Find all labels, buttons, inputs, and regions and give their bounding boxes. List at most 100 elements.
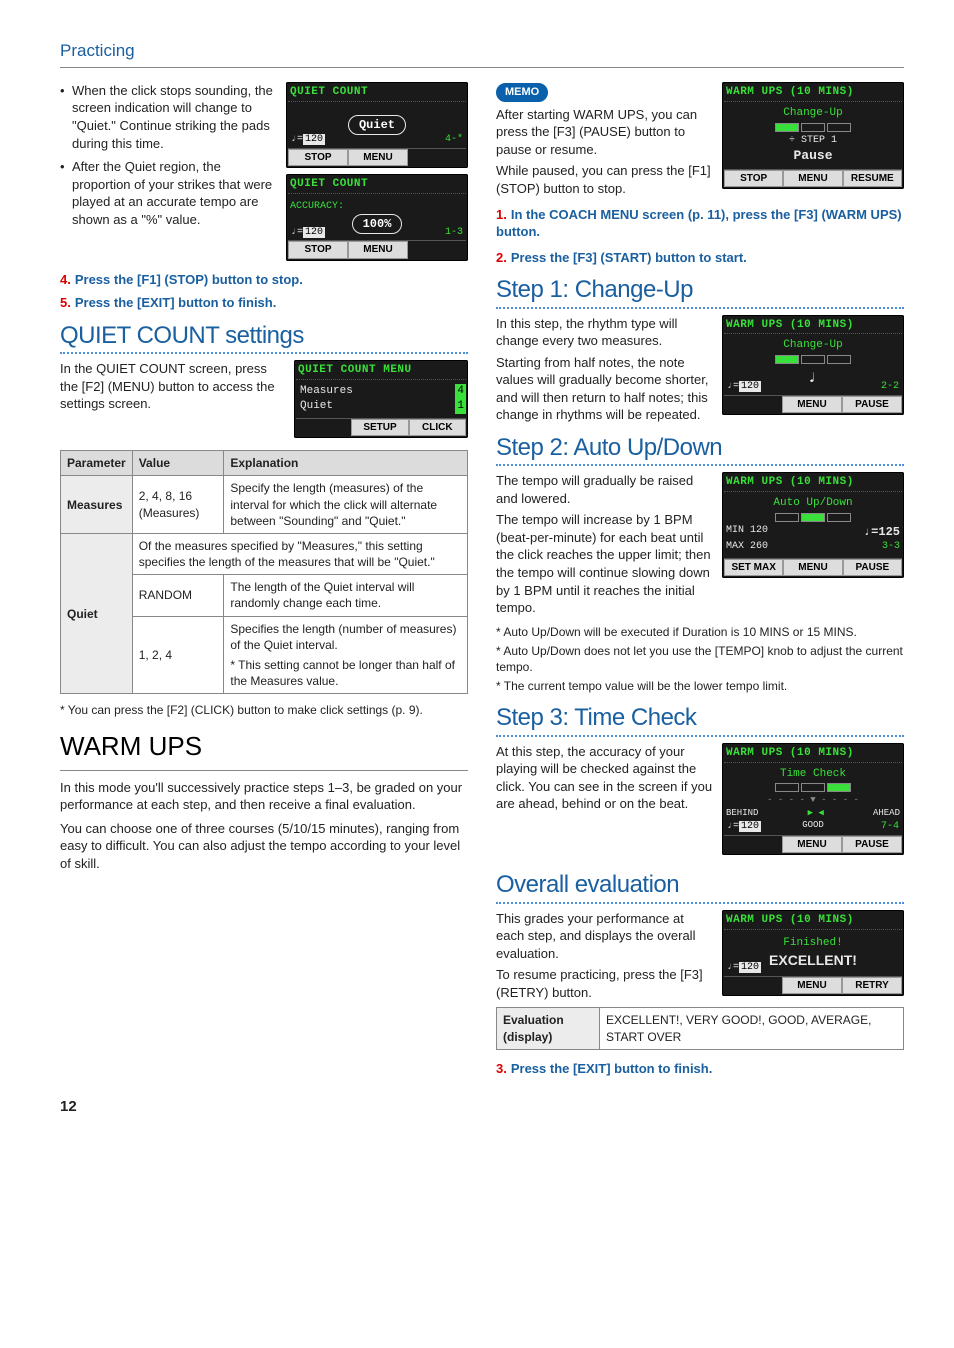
lcd-accuracy-label: ACCURACY: <box>290 200 344 214</box>
cell-explanation: Specify the length (measures) of the int… <box>224 476 468 534</box>
lcd-result: EXCELLENT! <box>769 951 857 970</box>
row-measures: Measures <box>61 476 133 534</box>
bullet-2: After the Quiet region, the proportion o… <box>72 158 276 228</box>
lcd-f2: MENU <box>782 396 842 414</box>
lcd-tempo: ♩=120 <box>291 226 325 240</box>
lcd-behind: BEHIND <box>726 807 758 819</box>
lcd-f2: MENU <box>783 170 842 188</box>
memo-badge: MEMO <box>496 83 548 102</box>
lcd-row-val: 4 <box>455 384 466 399</box>
lcd-line: Finished! <box>783 936 842 951</box>
lcd-counter: 2-2 <box>881 380 899 394</box>
lcd-f3: PAUSE <box>842 396 902 414</box>
lcd-title: WARM UPS (10 MINS) <box>724 317 902 335</box>
step2-heading: Step 2: Auto Up/Down <box>496 432 904 464</box>
cell-value: 1, 2, 4 <box>132 616 224 694</box>
right-step-3: 3.Press the [EXIT] button to finish. <box>496 1060 904 1078</box>
content-columns: When the click stops sounding, the scree… <box>60 82 904 1077</box>
lcd-f1 <box>724 977 782 995</box>
footnote: * You can press the [F2] (CLICK) button … <box>60 702 468 718</box>
lcd-counter: 4-* <box>445 133 463 147</box>
parameter-table: Parameter Value Explanation Measures 2, … <box>60 450 468 694</box>
cell-quiet-desc: Of the measures specified by "Measures,"… <box>132 533 467 574</box>
lcd-qc-menu: QUIET COUNT MENU Measures4 Quiet1 SETUP … <box>294 360 468 438</box>
lcd-f3 <box>408 149 466 167</box>
lcd-counter: 3-3 <box>882 540 900 554</box>
lcd-f1 <box>724 396 782 414</box>
right-column: WARM UPS (10 MINS) Change-Up ÷ STEP 1 Pa… <box>496 82 904 1077</box>
lcd-line: ÷ STEP 1 <box>789 134 837 148</box>
page-header: Practicing <box>60 40 904 68</box>
lcd-step1: WARM UPS (10 MINS) Change-Up ♩ ♩=120 2-2… <box>722 315 904 415</box>
lcd-overall: WARM UPS (10 MINS) Finished! EXCELLENT! … <box>722 910 904 996</box>
left-column: When the click stops sounding, the scree… <box>60 82 468 1077</box>
lcd-tempo-big: ♩=125 <box>864 524 900 540</box>
step-5: 5.Press the [EXIT] button to finish. <box>60 294 468 312</box>
lcd-quiet-count: QUIET COUNT Quiet ♩=120 4-* STOP MENU <box>286 82 468 168</box>
lcd-line: Auto Up/Down <box>773 496 852 511</box>
warmups-p1: In this mode you'll successively practic… <box>60 779 468 814</box>
lcd-accuracy: QUIET COUNT ACCURACY: 100% ♩=120 1-3 STO… <box>286 174 468 260</box>
right-step-1: 1.In the COACH MENU screen (p. 11), pres… <box>496 206 904 241</box>
lcd-step3: WARM UPS (10 MINS) Time Check - - - - ▼ … <box>722 743 904 856</box>
cell-value: 2, 4, 8, 16 (Measures) <box>132 476 224 534</box>
lcd-counter: 1-3 <box>445 226 463 240</box>
lcd-f1: STOP <box>724 170 783 188</box>
lcd-line: Change-Up <box>783 106 842 121</box>
lcd-step2: WARM UPS (10 MINS) Auto Up/Down MIN 120 … <box>722 472 904 578</box>
lcd-row-val: 1 <box>455 399 466 414</box>
warmups-p2: You can choose one of three courses (5/1… <box>60 820 468 873</box>
lcd-f1: SET MAX <box>724 559 783 577</box>
lcd-row-label: Measures <box>300 384 353 399</box>
lcd-line: Change-Up <box>783 338 842 353</box>
lcd-title: QUIET COUNT <box>288 176 466 194</box>
lcd-center-pill: Quiet <box>348 115 406 135</box>
cell-explanation: The length of the Quiet interval will ra… <box>224 575 468 616</box>
lcd-f3 <box>408 241 466 259</box>
lcd-line: Time Check <box>780 767 846 782</box>
col-explanation: Explanation <box>224 451 468 476</box>
lcd-f2: MENU <box>783 559 842 577</box>
lcd-f3: CLICK <box>409 419 466 437</box>
lcd-f1: STOP <box>288 149 348 167</box>
cell-value: RANDOM <box>132 575 224 616</box>
lcd-tempo: ♩=120 <box>727 961 761 975</box>
eval-value: EXCELLENT!, VERY GOOD!, GOOD, AVERAGE, S… <box>600 1008 903 1048</box>
col-parameter: Parameter <box>61 451 133 476</box>
s2-star-2: Auto Up/Down does not let you use the [T… <box>496 643 904 675</box>
lcd-f3: PAUSE <box>843 559 902 577</box>
lcd-good: GOOD <box>802 819 824 831</box>
overall-heading: Overall evaluation <box>496 869 904 901</box>
s2-star-1: Auto Up/Down will be executed if Duratio… <box>496 624 904 640</box>
lcd-counter: 7-4 <box>881 820 899 834</box>
bullet-1: When the click stops sounding, the scree… <box>72 82 276 152</box>
lcd-tempo: ♩=120 <box>291 133 325 147</box>
lcd-title: QUIET COUNT <box>288 84 466 102</box>
right-step-2: 2.Press the [F3] (START) button to start… <box>496 249 904 267</box>
row-quiet: Quiet <box>61 533 133 694</box>
lcd-f3: PAUSE <box>842 836 902 854</box>
lcd-accuracy-value: 100% <box>352 214 403 234</box>
lcd-title: WARM UPS (10 MINS) <box>724 474 902 492</box>
lcd-line: Pause <box>793 147 832 165</box>
lcd-title: WARM UPS (10 MINS) <box>724 84 902 102</box>
s2-star-3: The current tempo value will be the lowe… <box>496 678 904 694</box>
lcd-f2: MENU <box>348 149 408 167</box>
lcd-title: WARM UPS (10 MINS) <box>724 745 902 763</box>
evaluation-row: Evaluation (display) EXCELLENT!, VERY GO… <box>496 1007 904 1049</box>
step-4: 4.Press the [F1] (STOP) button to stop. <box>60 271 468 289</box>
lcd-tempo: ♩=120 <box>727 380 761 394</box>
lcd-f1 <box>724 836 782 854</box>
lcd-row-label: Quiet <box>300 399 333 414</box>
warm-ups-heading: WARM UPS <box>60 729 468 764</box>
step1-heading: Step 1: Change-Up <box>496 274 904 306</box>
lcd-f1 <box>296 419 351 437</box>
step3-heading: Step 3: Time Check <box>496 702 904 734</box>
lcd-f2: MENU <box>348 241 408 259</box>
lcd-min: MIN 120 <box>726 524 768 540</box>
cell-explanation: Specifies the length (number of measures… <box>224 616 468 694</box>
quiet-count-settings-heading: QUIET COUNT settings <box>60 320 468 352</box>
lcd-ahead: AHEAD <box>873 807 900 819</box>
col-value: Value <box>132 451 224 476</box>
lcd-tempo: ♩=120 <box>727 820 761 834</box>
